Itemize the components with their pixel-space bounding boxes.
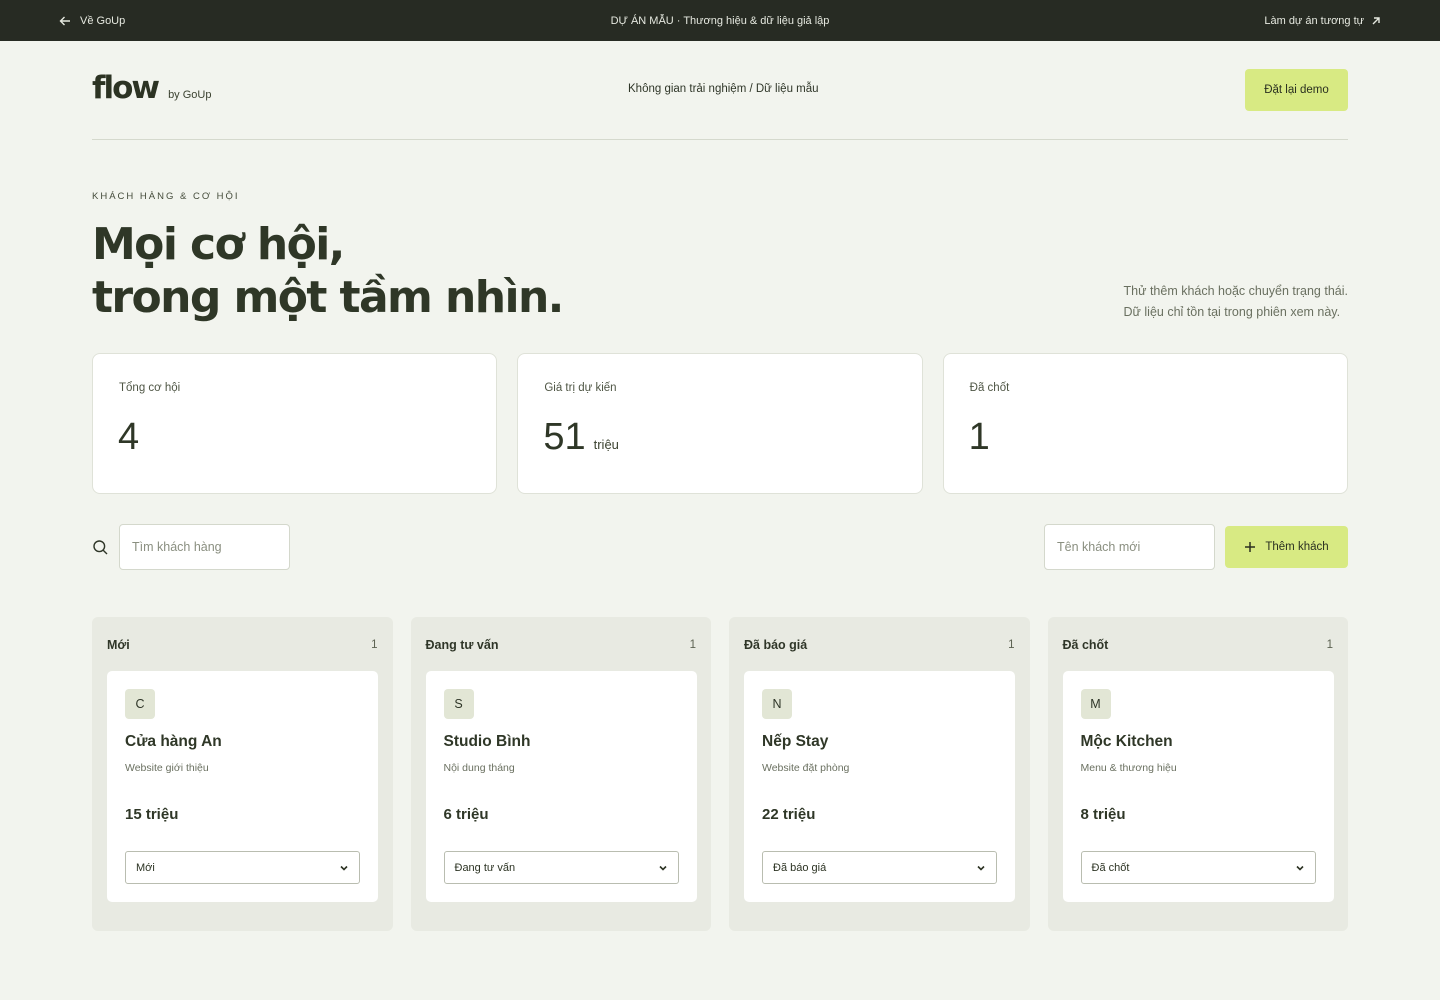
back-link-label: Về GoUp xyxy=(80,14,126,27)
customer-description: Nội dung tháng xyxy=(443,762,515,774)
status-select[interactable]: Mới xyxy=(125,851,360,884)
column-title: Mới xyxy=(107,638,130,652)
column-count: 1 xyxy=(371,639,378,651)
customer-name: Nếp Stay xyxy=(762,733,829,750)
avatar: S xyxy=(443,689,474,719)
avatar: C xyxy=(125,689,155,719)
customer-description: Website đặt phòng xyxy=(762,762,850,774)
pipeline-board: Mới 1 C Cửa hàng An Website giới thiệu 1… xyxy=(92,617,1348,931)
status-select[interactable]: Đã báo giá xyxy=(762,851,997,884)
customer-card[interactable]: C Cửa hàng An Website giới thiệu 15 triệ… xyxy=(107,671,378,902)
column-count: 1 xyxy=(689,639,696,651)
customer-name: Studio Bình xyxy=(443,733,531,750)
app-header: flow by GoUp Không gian trải nghiệm / Dữ… xyxy=(92,60,1348,140)
column-closed: Đã chốt 1 M Mộc Kitchen Menu & thương hi… xyxy=(1047,617,1348,931)
chevron-down-icon xyxy=(977,865,985,871)
status-select-value: Đang tư vấn xyxy=(454,861,516,874)
customer-card[interactable]: S Studio Bình Nội dung tháng 6 triệu Đan… xyxy=(425,671,697,902)
customer-name: Cửa hàng An xyxy=(125,733,222,750)
hero-note: Thử thêm khách hoặc chuyển trạng thái. D… xyxy=(1124,281,1348,323)
stat-number: 1 xyxy=(968,416,990,458)
project-notice: DỰ ÁN MẪU · Thương hiệu & dữ liệu giả lậ… xyxy=(610,14,830,27)
hero-note-line-2: Dữ liệu chỉ tồn tại trong phiên xem này. xyxy=(1123,305,1341,319)
stats-row: Tổng cơ hội 4 Giá trị dự kiến 51 triệu Đ… xyxy=(92,353,1348,494)
customer-card[interactable]: M Mộc Kitchen Menu & thương hiệu 8 triệu… xyxy=(1062,671,1334,902)
chevron-down-icon xyxy=(658,865,667,871)
status-select-value: Mới xyxy=(136,861,155,874)
customer-description: Website giới thiệu xyxy=(125,762,209,774)
add-customer-label: Thêm khách xyxy=(1265,541,1329,553)
stat-card-total: Tổng cơ hội 4 xyxy=(92,353,498,494)
stat-value: 4 xyxy=(118,416,139,459)
chevron-down-icon xyxy=(340,865,348,871)
search-icon xyxy=(93,540,108,555)
customer-description: Menu & thương hiệu xyxy=(1080,762,1177,774)
hero-note-line-1: Thử thêm khách hoặc chuyển trạng thái. xyxy=(1123,284,1348,298)
logo[interactable]: flow by GoUp xyxy=(92,70,211,106)
stat-number: 51 xyxy=(543,416,586,458)
stat-label: Tổng cơ hội xyxy=(119,382,181,394)
avatar: N xyxy=(762,689,792,719)
customer-name: Mộc Kitchen xyxy=(1080,733,1173,750)
top-bar: Về GoUp DỰ ÁN MẪU · Thương hiệu & dữ liệ… xyxy=(0,0,1440,41)
title-line-2: trong một tầm nhìn. xyxy=(92,272,564,323)
search-input[interactable] xyxy=(119,524,290,570)
logo-by: by GoUp xyxy=(168,89,212,101)
stat-value: 51 triệu xyxy=(543,416,619,459)
breadcrumb: Không gian trải nghiệm / Dữ liệu mẫu xyxy=(628,83,819,95)
status-select-value: Đã báo giá xyxy=(773,861,827,874)
column-count: 1 xyxy=(1008,639,1015,651)
avatar: M xyxy=(1080,689,1111,719)
arrow-left-icon xyxy=(59,16,70,25)
status-select[interactable]: Đã chốt xyxy=(1080,851,1316,884)
column-count: 1 xyxy=(1326,639,1333,651)
stat-card-value: Giá trị dự kiến 51 triệu xyxy=(517,353,923,494)
status-select[interactable]: Đang tư vấn xyxy=(443,851,679,884)
column-title: Đã chốt xyxy=(1062,638,1109,652)
column-quoted: Đã báo giá 1 N Nếp Stay Website đặt phòn… xyxy=(729,617,1030,931)
similar-project-label: Làm dự án tương tự xyxy=(1264,14,1364,27)
column-new: Mới 1 C Cửa hàng An Website giới thiệu 1… xyxy=(92,617,393,931)
deal-value: 8 triệu xyxy=(1080,806,1126,823)
new-customer-input[interactable] xyxy=(1044,524,1215,570)
stat-label: Đã chốt xyxy=(969,382,1010,394)
similar-project-link[interactable]: Làm dự án tương tự xyxy=(1264,0,1382,41)
deal-value: 22 triệu xyxy=(762,806,816,823)
deal-value: 6 triệu xyxy=(443,806,489,823)
title-line-1: Mọi cơ hội, xyxy=(92,219,345,270)
reset-demo-button[interactable]: Đặt lại demo xyxy=(1245,69,1348,111)
column-title: Đang tư vấn xyxy=(425,638,499,652)
stat-number: 4 xyxy=(118,416,140,458)
arrow-up-right-icon xyxy=(1372,16,1380,24)
add-customer-button[interactable]: Thêm khách xyxy=(1225,526,1348,568)
column-consulting: Đang tư vấn 1 S Studio Bình Nội dung thá… xyxy=(410,617,711,931)
logo-wordmark: flow xyxy=(92,70,160,106)
plus-icon xyxy=(1245,542,1256,552)
back-link[interactable]: Về GoUp xyxy=(58,0,125,41)
stat-label: Giá trị dự kiến xyxy=(544,382,617,394)
stat-card-closed: Đã chốt 1 xyxy=(942,353,1348,494)
status-select-value: Đã chốt xyxy=(1091,861,1130,874)
deal-value: 15 triệu xyxy=(125,806,179,823)
column-title: Đã báo giá xyxy=(744,638,808,652)
stat-value: 1 xyxy=(969,416,990,459)
customer-card[interactable]: N Nếp Stay Website đặt phòng 22 triệu Đã… xyxy=(744,671,1015,902)
section-eyebrow: KHÁCH HÀNG & CƠ HỘI xyxy=(92,191,240,202)
page-title: Mọi cơ hội, trong một tầm nhìn. xyxy=(92,218,564,324)
chevron-down-icon xyxy=(1295,865,1304,871)
stat-unit: triệu xyxy=(593,437,619,452)
